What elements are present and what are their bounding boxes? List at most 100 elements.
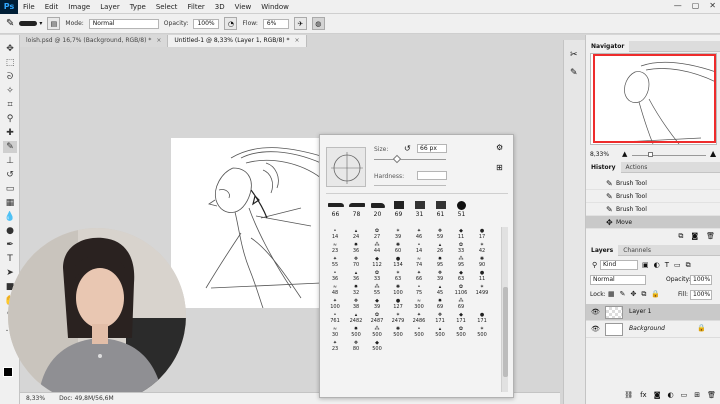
lock-all-icon[interactable]: 🔒: [651, 290, 660, 299]
healing-tool-icon[interactable]: ✚: [3, 127, 17, 139]
recent-brush[interactable]: 31: [410, 199, 429, 221]
brush-preset[interactable]: ✦ 23: [326, 339, 344, 353]
airbrush-icon[interactable]: ✈: [293, 17, 307, 30]
pen-tool-icon[interactable]: ✒: [3, 239, 17, 251]
brush-preset[interactable]: [473, 297, 491, 311]
eyedropper-tool-icon[interactable]: ⚲: [3, 113, 17, 125]
layer-row[interactable]: 👁 Layer 1: [586, 304, 720, 321]
recent-brush[interactable]: 78: [347, 199, 366, 221]
layer-fill-input[interactable]: 100%: [690, 290, 712, 300]
brush-preset[interactable]: ▴ 45: [431, 283, 449, 297]
navigator-zoom-slider[interactable]: [632, 155, 706, 156]
brush-preset[interactable]: ✶ 500: [473, 325, 491, 339]
brush-preset[interactable]: ≈48: [326, 283, 344, 297]
close-button[interactable]: ✕: [709, 1, 716, 10]
brush-preset[interactable]: ⁂ 55: [368, 283, 386, 297]
menu-window[interactable]: Window: [256, 3, 294, 11]
brush-tool-icon[interactable]: ✎: [6, 18, 14, 29]
brush-preset[interactable]: ✿ 1106: [452, 283, 470, 297]
eraser-tool-icon[interactable]: ▭: [3, 183, 17, 195]
brush-preset-picker[interactable]: ▾: [19, 20, 42, 27]
lasso-tool-icon[interactable]: ᘐ: [3, 71, 17, 83]
brush-settings-icon[interactable]: ✎: [570, 68, 578, 78]
brush-preset[interactable]: ≈300: [410, 297, 428, 311]
tab-loish-psd[interactable]: loish.psd @ 16,7% (Background, RGB/8) * ×: [20, 35, 169, 47]
brush-preset[interactable]: ≈23: [326, 241, 344, 255]
brush-preset[interactable]: ● 17: [473, 227, 491, 241]
recent-brush[interactable]: 51: [452, 199, 471, 221]
flow-input[interactable]: 6%: [262, 18, 289, 29]
brush-preset[interactable]: ❖ 171: [431, 311, 449, 325]
new-preset-icon[interactable]: ⊞: [496, 163, 503, 172]
zoom-in-icon[interactable]: ▲: [710, 149, 716, 158]
menu-type[interactable]: Type: [125, 3, 151, 11]
hardness-input[interactable]: [417, 171, 447, 180]
lock-pixels-icon[interactable]: ✎: [620, 290, 626, 299]
brush-list-scrollbar[interactable]: [501, 227, 508, 392]
brush-preset[interactable]: ⁂ 500: [368, 325, 386, 339]
maximize-button[interactable]: ▢: [692, 1, 700, 10]
layer-style-icon[interactable]: fx: [640, 391, 647, 403]
type-tool-icon[interactable]: T: [3, 253, 17, 265]
menu-edit[interactable]: Edit: [40, 3, 64, 11]
link-layers-icon[interactable]: ⛓: [624, 391, 633, 403]
recent-brush[interactable]: 20: [368, 199, 387, 221]
menu-select[interactable]: Select: [151, 3, 183, 11]
opacity-input[interactable]: 100%: [193, 18, 220, 29]
menu-image[interactable]: Image: [63, 3, 95, 11]
tab-channels[interactable]: Channels: [618, 245, 656, 256]
layer-mask-icon[interactable]: ◙: [654, 391, 661, 403]
brush-preset[interactable]: • 75: [410, 283, 428, 297]
tab-actions[interactable]: Actions: [621, 162, 653, 173]
hardness-slider[interactable]: [374, 185, 446, 186]
blend-mode-select[interactable]: Normal: [590, 275, 646, 285]
brush-preset[interactable]: • 14: [410, 241, 428, 255]
history-item[interactable]: ✎ Brush Tool: [586, 177, 720, 190]
lock-artboard-icon[interactable]: ⧉: [641, 290, 646, 299]
recent-brush[interactable]: 61: [431, 199, 450, 221]
menu-layer[interactable]: Layer: [95, 3, 125, 11]
trash-icon[interactable]: 🗑: [706, 232, 715, 244]
brush-preset[interactable]: ✦ 46: [410, 227, 428, 241]
pressure-opacity-icon[interactable]: ◔: [224, 17, 238, 30]
layer-filter-kind[interactable]: Kind: [600, 260, 638, 270]
menu-filter[interactable]: Filter: [182, 3, 209, 11]
brush-preset[interactable]: ▴ 24: [347, 227, 365, 241]
dodge-tool-icon[interactable]: ●: [3, 225, 17, 237]
brush-preset[interactable]: ≈74: [410, 255, 428, 269]
layer-row[interactable]: 👁 Background 🔒: [586, 321, 720, 338]
history-item[interactable]: ✎ Brush Tool: [586, 190, 720, 203]
brush-preset[interactable]: ✶ 2479: [389, 311, 407, 325]
brush-preset[interactable]: ◆ 112: [368, 255, 386, 269]
marquee-tool-icon[interactable]: ⬚: [3, 57, 17, 69]
brush-preset[interactable]: ✺ 100: [389, 283, 407, 297]
zoom-out-icon[interactable]: ▲: [622, 150, 627, 158]
brush-preset[interactable]: ✿ 27: [368, 227, 386, 241]
new-layer-icon[interactable]: ⊞: [694, 391, 700, 403]
brush-preset[interactable]: ● 171: [473, 311, 491, 325]
history-brush-tool-icon[interactable]: ↺: [3, 169, 17, 181]
brush-preset[interactable]: ✦ 100: [326, 297, 344, 311]
brush-preset[interactable]: ✶ 63: [389, 269, 407, 283]
reset-size-icon[interactable]: ↺: [404, 144, 411, 153]
adjustment-filter-icon[interactable]: ◐: [654, 261, 660, 270]
brush-preset[interactable]: ❖ 59: [431, 227, 449, 241]
menu-3d[interactable]: 3D: [210, 3, 230, 11]
crop-tool-icon[interactable]: ⌗: [3, 99, 17, 111]
brush-preset[interactable]: ✶ 42: [473, 241, 491, 255]
brush-preset[interactable]: ❖ 39: [431, 269, 449, 283]
brush-panel-toggle-icon[interactable]: ▤: [47, 17, 61, 30]
brush-preset[interactable]: [452, 339, 470, 353]
lock-transparency-icon[interactable]: ▦: [608, 290, 615, 299]
layer-opacity-input[interactable]: 100%: [690, 275, 712, 285]
brush-preset[interactable]: ✦ 2486: [410, 311, 428, 325]
new-group-icon[interactable]: ▭: [681, 391, 688, 403]
brush-preset[interactable]: ❖ 70: [347, 255, 365, 269]
gradient-tool-icon[interactable]: ▦: [3, 197, 17, 209]
type-filter-icon[interactable]: T: [665, 261, 669, 270]
path-select-tool-icon[interactable]: ➤: [3, 267, 17, 279]
tab-untitled-1[interactable]: Untitled-1 @ 8,33% (Layer 1, RGB/8) * ×: [168, 35, 307, 47]
navigator-thumbnail[interactable]: [590, 53, 717, 145]
close-tab-icon[interactable]: ×: [156, 37, 161, 44]
adjustment-layer-icon[interactable]: ◐: [668, 391, 674, 403]
